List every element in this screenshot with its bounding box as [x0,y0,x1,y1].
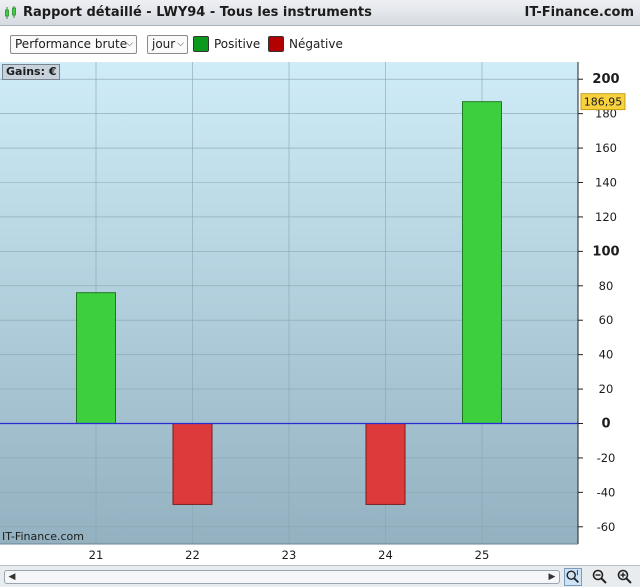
value-badge-label: 186,95 [584,96,623,109]
watermark: IT-Finance.com [2,530,84,543]
y-tick-label: 120 [595,210,617,224]
horizontal-scrollbar[interactable]: ◀ ▶ [4,570,560,584]
metric-select[interactable]: Performance brute ⌵ [10,35,137,54]
bar-negative[interactable] [365,423,406,505]
y-tick-label: 40 [599,348,614,362]
chevron-down-icon: ⌵ [177,39,184,49]
y-tick-label: -20 [597,451,616,465]
legend-swatch-positive[interactable] [193,36,209,52]
scroll-right-icon[interactable]: ▶ [545,571,559,583]
legend-swatch-negative[interactable] [268,36,284,52]
legend-label-positive: Positive [214,37,261,51]
zoom-in-icon[interactable] [616,568,634,586]
metric-select-value: Performance brute [15,37,128,51]
bottom-bar: ◀ ▶ [0,565,640,587]
bar-positive[interactable] [76,292,116,424]
x-tick-label: 25 [475,548,490,562]
y-tick-label: 160 [595,141,617,155]
chart-canvas: -60-40-2002040608010012014016018020021 22… [0,62,626,562]
y-tick-label: 20 [599,382,614,396]
y-tick-label: 80 [599,279,614,293]
title-bar: Rapport détaillé - LWY94 - Tous les inst… [0,0,640,26]
y-tick-label: 100 [592,244,619,259]
legend-label-negative: Négative [289,37,343,51]
zoom-fit-icon[interactable] [564,568,582,586]
window-title: Rapport détaillé - LWY94 - Tous les inst… [23,5,372,20]
scroll-left-icon[interactable]: ◀ [5,571,19,583]
zoom-out-icon[interactable] [591,568,609,586]
y-tick-label: 60 [599,313,614,327]
y-tick-label: 0 [601,417,610,432]
bar-negative[interactable] [172,423,213,505]
chart-app-icon [5,6,16,19]
bar-chart: -60 -40 -20 0 20 40 60 80 100 120 140 160 180 200 21 22… [0,62,640,565]
toolbar: Performance brute ⌵ jour ⌵ Positive Néga… [0,27,640,62]
x-tick-label: 24 [378,548,393,562]
y-tick-label: 200 [592,72,619,87]
y-axis-label: Gains: € [2,64,61,80]
x-tick-label: 21 [89,548,104,562]
bar-positive[interactable] [462,101,502,425]
chevron-down-icon: ⌵ [126,39,133,49]
y-tick-label: -60 [597,520,616,534]
x-tick-label: 23 [282,548,297,562]
x-tick-label: 22 [185,548,200,562]
period-select-value: jour [152,37,176,51]
period-select[interactable]: jour ⌵ [147,35,188,54]
y-tick-label: -40 [597,485,616,499]
report-window: Rapport détaillé - LWY94 - Tous les inst… [0,0,640,587]
y-tick-label: 140 [595,176,617,190]
brand-name: IT-Finance.com [524,5,634,20]
